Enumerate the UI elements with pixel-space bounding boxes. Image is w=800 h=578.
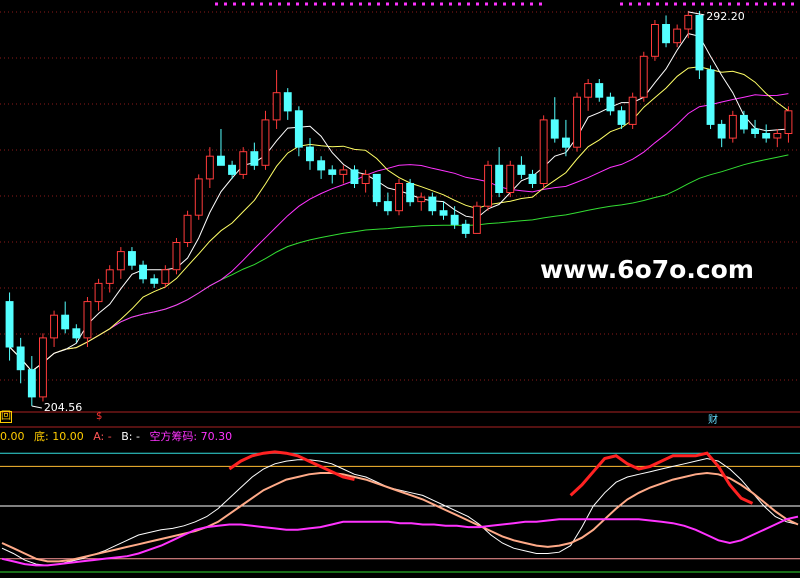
- high-price-label: 292.20: [706, 10, 745, 23]
- candle-body: [484, 164, 493, 207]
- candle-body: [16, 346, 25, 371]
- candle-body: [372, 173, 381, 203]
- candle-body: [428, 196, 437, 212]
- candle-body: [717, 123, 726, 139]
- candle-body: [639, 55, 648, 98]
- candle-body: [439, 210, 448, 216]
- legend-top-value: 0.00: [0, 430, 25, 443]
- candle-body: [250, 151, 259, 166]
- candle-body: [139, 264, 148, 280]
- candle-body: [361, 173, 370, 184]
- candle-body: [461, 223, 470, 234]
- candle-body: [773, 133, 782, 139]
- candle-body: [272, 92, 281, 121]
- candle-body: [584, 83, 593, 98]
- candle-body: [662, 24, 670, 44]
- candle-body: [128, 251, 136, 266]
- candle-body: [472, 205, 481, 234]
- candle-body: [751, 128, 759, 134]
- candle-body: [283, 92, 292, 112]
- stock-chart: 292.20 204.56 www.6o7o.com: [0, 2, 800, 573]
- legend-bottom: 底: 10.00: [34, 430, 84, 443]
- legend-a: A: -: [93, 430, 112, 443]
- indicator-legend: 0.00 底: 10.00 A: - B: - 空方筹码: 70.30: [0, 428, 238, 443]
- candle-body: [595, 83, 604, 98]
- candle-body: [339, 169, 348, 175]
- low-price-label: 204.56: [44, 401, 83, 414]
- candle-body: [651, 24, 659, 57]
- candle-body: [328, 169, 337, 175]
- candle-body: [39, 337, 47, 398]
- left-marker: 回: [0, 411, 12, 423]
- candle-body: [94, 282, 103, 303]
- candle-body: [317, 160, 326, 171]
- ma10-line: [9, 66, 789, 372]
- low-pointer: [31, 405, 42, 409]
- candle-body: [450, 214, 459, 225]
- legend-chip: 空方筹码: 70.30: [149, 430, 233, 443]
- indicator-line-c: [1, 515, 799, 567]
- candle-body: [684, 14, 693, 30]
- candle-body: [161, 269, 170, 284]
- candle-body: [116, 251, 125, 271]
- candle-body: [261, 119, 270, 166]
- candle-body: [350, 169, 359, 184]
- candle-body: [528, 173, 537, 184]
- candle-body: [728, 114, 737, 139]
- candle-body: [740, 114, 748, 130]
- candle-body: [562, 137, 570, 148]
- cai-marker: 财: [708, 415, 718, 426]
- indicator-line-a: [1, 457, 799, 566]
- candle-body: [517, 164, 526, 175]
- candle-body: [784, 110, 793, 135]
- candle-body: [506, 164, 515, 194]
- candle-body: [673, 28, 682, 44]
- candle-body: [762, 133, 771, 139]
- indicator-line-d: [569, 451, 754, 505]
- candle-body: [239, 151, 248, 175]
- watermark: www.6o7o.com: [540, 255, 754, 284]
- candle-body: [72, 328, 81, 339]
- candle-body: [395, 183, 404, 212]
- candle-body: [550, 119, 559, 139]
- candle-body: [294, 110, 303, 148]
- candle-body: [205, 155, 214, 180]
- candle-body: [383, 201, 392, 212]
- candle-body: [617, 110, 626, 125]
- candle-body: [183, 214, 192, 244]
- candle-body: [5, 301, 14, 348]
- indicator-line-b: [1, 471, 799, 563]
- candle-body: [61, 314, 70, 330]
- candle-body: [695, 14, 704, 71]
- candle-body: [105, 269, 114, 284]
- ma20-line: [9, 93, 789, 372]
- candle-body: [217, 155, 225, 166]
- candle-body: [573, 96, 581, 148]
- candle-body: [606, 96, 615, 112]
- legend-b: B: -: [121, 430, 140, 443]
- candle-body: [306, 146, 314, 162]
- candle-body: [406, 183, 415, 203]
- candle-body: [417, 196, 426, 203]
- candle-body: [83, 301, 92, 339]
- candle-body: [628, 96, 637, 125]
- candle-body: [539, 119, 548, 184]
- candle-body: [150, 278, 159, 284]
- candle-body: [495, 164, 504, 194]
- candle-body: [228, 164, 237, 175]
- candle-body: [27, 369, 36, 398]
- candle-body: [194, 178, 203, 216]
- s-marker: $: [96, 411, 103, 422]
- candle-body: [706, 69, 715, 125]
- candle-body: [50, 314, 58, 339]
- candle-body: [172, 242, 181, 271]
